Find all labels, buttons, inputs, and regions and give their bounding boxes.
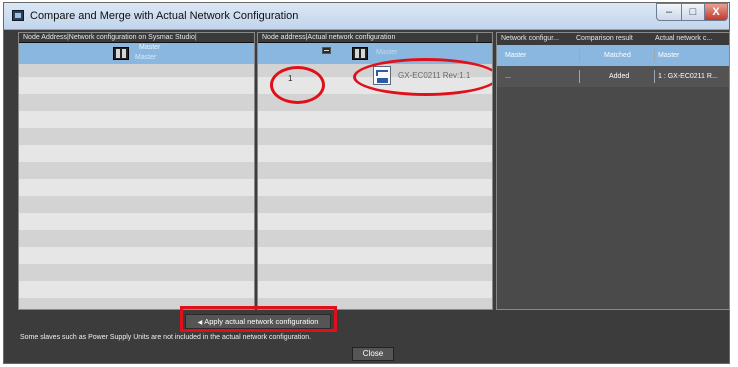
minimize-button[interactable]: –: [656, 3, 682, 21]
sysmac-configuration-panel: Node Address|Network configuration on Sy…: [18, 32, 255, 310]
row-comparison-result: Added: [609, 73, 630, 80]
slave-device-label[interactable]: GX-EC0211 Rev:1.1: [398, 71, 470, 80]
apply-button-highlight: [180, 306, 337, 332]
master-device-icon: [352, 47, 368, 60]
close-window-button[interactable]: X: [704, 3, 728, 21]
table-row[interactable]: Master Matched Master: [497, 45, 729, 66]
window-title: Compare and Merge with Actual Network Co…: [30, 10, 299, 22]
row-network-config: ...: [505, 73, 511, 80]
sysmac-configuration-header: Node Address|Network configuration on Sy…: [19, 33, 254, 43]
actual-configuration-panel: Node address|Actual network configuratio…: [257, 32, 493, 310]
title-bar: Compare and Merge with Actual Network Co…: [4, 3, 729, 30]
compare-merge-dialog: Compare and Merge with Actual Network Co…: [3, 2, 730, 364]
column-divider: [579, 49, 580, 62]
actual-master-title: Master: [376, 49, 398, 56]
sysmac-master-title: Master: [139, 44, 161, 51]
sysmac-header-label: Node Address|Network configuration on Sy…: [23, 34, 197, 41]
node-address-value: 1: [288, 74, 293, 83]
actual-configuration-header: Node address|Actual network configuratio…: [258, 33, 492, 43]
configuration-note: Some slaves such as Power Supply Units a…: [20, 334, 312, 341]
app-icon: [12, 10, 24, 21]
maximize-button[interactable]: □: [681, 3, 705, 21]
column-actual-network[interactable]: Actual network c...: [655, 33, 729, 45]
column-divider: [579, 70, 580, 83]
column-divider: [654, 49, 655, 62]
actual-header-label: Node address|Actual network configuratio…: [262, 34, 396, 41]
row-actual-network: Master: [658, 52, 680, 59]
close-button[interactable]: Close: [352, 347, 394, 361]
column-network-configuration[interactable]: Network configur...: [501, 33, 573, 45]
comparison-table: Network configur... Comparison result Ac…: [496, 32, 730, 310]
row-network-config: Master: [505, 52, 527, 59]
sysmac-master-row[interactable]: Master Master: [19, 43, 254, 64]
row-actual-network: 1 : GX-EC0211 R...: [658, 73, 718, 80]
sysmac-tree-rows: [19, 43, 254, 309]
sysmac-master-subtitle: Master: [135, 54, 157, 61]
table-row[interactable]: ... Added 1 : GX-EC0211 R...: [497, 66, 729, 87]
master-device-icon: [113, 47, 129, 60]
column-divider: [654, 70, 655, 83]
collapse-icon[interactable]: [322, 47, 331, 54]
slave-device-icon[interactable]: [373, 66, 391, 85]
row-comparison-result: Matched: [604, 52, 631, 59]
column-comparison-result[interactable]: Comparison result: [576, 33, 652, 45]
actual-master-row[interactable]: Master: [258, 43, 492, 64]
